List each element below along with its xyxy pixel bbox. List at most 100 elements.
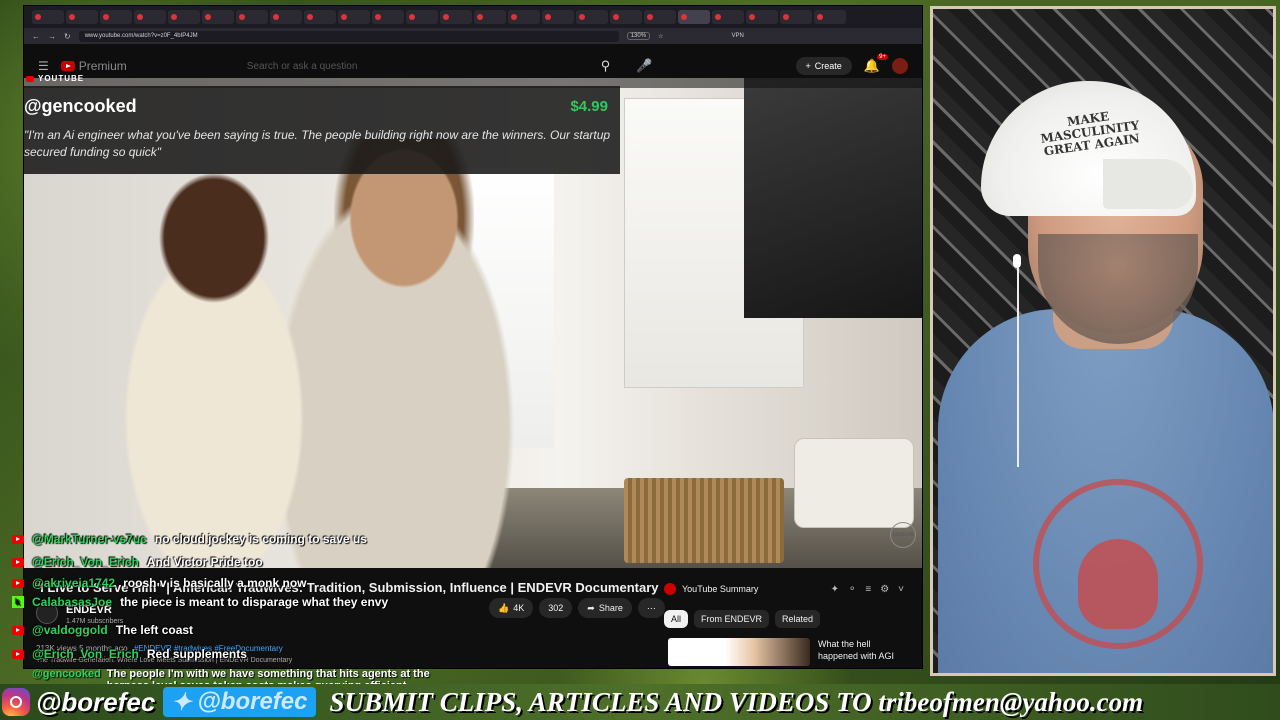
youtube-icon bbox=[12, 578, 24, 588]
browser-tab[interactable] bbox=[100, 10, 132, 24]
zoom-indicator[interactable]: 130% bbox=[626, 32, 651, 40]
reload-icon[interactable]: ↻ bbox=[64, 32, 71, 41]
chat-username: @MarkTurner-vs7uc bbox=[32, 532, 147, 546]
summary-label[interactable]: YouTube Summary bbox=[682, 584, 758, 594]
create-button[interactable]: + Create bbox=[795, 57, 852, 75]
glasses-icon[interactable]: ⚬ bbox=[848, 584, 856, 595]
browser-tab[interactable] bbox=[678, 10, 710, 24]
tab-favicon-icon bbox=[783, 14, 789, 20]
youtube-masthead: ☰ Premium Search or ask a question ⚲ 🎤 +… bbox=[24, 44, 922, 88]
browser-tab[interactable] bbox=[644, 10, 676, 24]
browser-tab[interactable] bbox=[610, 10, 642, 24]
summary-extension-icon bbox=[664, 583, 676, 595]
recommended-title[interactable]: What the hell happened with AGI bbox=[818, 638, 908, 666]
recommended-video[interactable]: What the hell happened with AGI bbox=[668, 638, 908, 666]
browser-tab[interactable] bbox=[542, 10, 574, 24]
sparkle-icon[interactable]: ✦ bbox=[831, 584, 839, 595]
youtube-play-icon bbox=[60, 61, 75, 71]
chip-all[interactable]: All bbox=[664, 610, 689, 628]
tab-favicon-icon bbox=[477, 14, 483, 20]
recommended-thumbnail[interactable] bbox=[668, 638, 810, 666]
browser-tab[interactable] bbox=[236, 10, 268, 24]
instagram-icon bbox=[2, 688, 30, 716]
chip-from-channel[interactable]: From ENDEVR bbox=[694, 610, 770, 628]
menu-icon[interactable]: ☰ bbox=[38, 59, 49, 73]
chat-message: k CalabasasJoe the piece is meant to dispa… bbox=[12, 595, 388, 609]
waveform-icon[interactable]: ≡ bbox=[865, 584, 871, 595]
video-frame-dish-rack bbox=[624, 478, 784, 563]
instagram-handle: @borefec bbox=[36, 686, 156, 717]
video-frame-child bbox=[114, 158, 314, 558]
browser-tab[interactable] bbox=[508, 10, 540, 24]
youtube-logo-text: Premium bbox=[78, 59, 127, 73]
browser-tab[interactable] bbox=[134, 10, 166, 24]
more-actions-icon[interactable]: ⋯ bbox=[637, 598, 665, 618]
chat-text: the piece is meant to disparage what the… bbox=[120, 595, 389, 609]
twitter-handle: ✦ @borefec bbox=[163, 687, 316, 717]
chat-message: @Erich_Von_Erich Red supplements bbox=[12, 647, 247, 661]
bookmark-star-icon[interactable]: ☆ bbox=[658, 33, 663, 40]
browser-tab[interactable] bbox=[440, 10, 472, 24]
tab-favicon-icon bbox=[375, 14, 381, 20]
browser-tab[interactable] bbox=[202, 10, 234, 24]
browser-tab[interactable] bbox=[168, 10, 200, 24]
browser-tab[interactable] bbox=[32, 10, 64, 24]
donation-user: @gencooked bbox=[24, 96, 137, 116]
browser-tab[interactable] bbox=[814, 10, 846, 24]
browser-tab[interactable] bbox=[270, 10, 302, 24]
channel-watermark: ENDEVR bbox=[890, 522, 916, 548]
youtube-icon bbox=[12, 625, 24, 635]
youtube-logo[interactable]: Premium bbox=[60, 59, 127, 73]
browser-tab[interactable] bbox=[474, 10, 506, 24]
navigation-bar: ← → ↻ www.youtube.com/watch?v=z0F_4bIP4J… bbox=[24, 28, 922, 44]
tab-favicon-icon bbox=[307, 14, 313, 20]
like-count: 4K bbox=[513, 603, 525, 613]
browser-tab[interactable] bbox=[338, 10, 370, 24]
chat-text: no cloud jockey is coming to save us bbox=[154, 532, 367, 546]
tab-favicon-icon bbox=[103, 14, 109, 20]
chat-username: @akriveia1742 bbox=[32, 576, 116, 590]
browser-tab[interactable] bbox=[66, 10, 98, 24]
browser-tab[interactable] bbox=[746, 10, 778, 24]
settings-gear-icon[interactable]: ⚙ bbox=[880, 584, 889, 595]
search-icon[interactable]: ⚲ bbox=[601, 58, 611, 74]
browser-tab[interactable] bbox=[372, 10, 404, 24]
youtube-icon bbox=[12, 534, 24, 544]
twitter-handle-text: @borefec bbox=[197, 688, 308, 715]
account-avatar[interactable] bbox=[892, 58, 908, 74]
address-bar[interactable]: www.youtube.com/watch?v=z0F_4bIP4JM bbox=[78, 30, 619, 42]
back-icon[interactable]: ← bbox=[32, 32, 40, 41]
browser-tab[interactable] bbox=[576, 10, 608, 24]
notification-badge: 9+ bbox=[877, 54, 888, 60]
search-input[interactable]: Search or ask a question bbox=[239, 55, 589, 77]
microphone-icon[interactable]: 🎤 bbox=[636, 58, 652, 74]
browser-tab[interactable] bbox=[406, 10, 438, 24]
twitter-bird-icon: ✦ bbox=[171, 688, 192, 716]
chat-text: And Victor Pride too bbox=[146, 555, 263, 569]
video-frame-toaster bbox=[794, 438, 914, 528]
donation-alert: YOUTUBE @gencooked $4.99 "I'm an Ai engi… bbox=[24, 74, 620, 174]
tab-favicon-icon bbox=[647, 14, 653, 20]
share-button[interactable]: ➦ Share bbox=[578, 598, 632, 618]
search-placeholder: Search or ask a question bbox=[246, 60, 358, 72]
notifications-bell-icon[interactable]: 🔔 9+ bbox=[864, 54, 888, 74]
vpn-indicator[interactable]: VPN bbox=[731, 33, 743, 39]
tab-favicon-icon bbox=[341, 14, 347, 20]
tab-favicon-icon bbox=[681, 14, 687, 20]
like-button[interactable]: 👍 4K bbox=[489, 598, 534, 618]
bottom-banner: @borefec ✦ @borefec SUBMIT CLIPS, ARTICL… bbox=[0, 684, 1280, 720]
comments-count[interactable]: 302 bbox=[539, 598, 573, 618]
tab-favicon-icon bbox=[409, 14, 415, 20]
chevron-down-icon[interactable]: ˅ bbox=[898, 584, 904, 595]
browser-tab[interactable] bbox=[304, 10, 336, 24]
video-actions: 👍 4K 302 ➦ Share ⋯ bbox=[489, 598, 665, 618]
youtube-summary-bar: YouTube Summary ✦ ⚬ ≡ ⚙ ˅ bbox=[664, 578, 904, 600]
forward-icon[interactable]: → bbox=[48, 32, 56, 41]
thumbs-up-icon: 👍 bbox=[498, 602, 510, 613]
youtube-icon bbox=[26, 75, 34, 82]
video-frame-range-hood bbox=[744, 78, 922, 318]
browser-tab[interactable] bbox=[712, 10, 744, 24]
browser-tab[interactable] bbox=[780, 10, 812, 24]
chip-related[interactable]: Related bbox=[775, 610, 821, 628]
chat-username: @Erich_Von_Erich bbox=[32, 555, 139, 569]
